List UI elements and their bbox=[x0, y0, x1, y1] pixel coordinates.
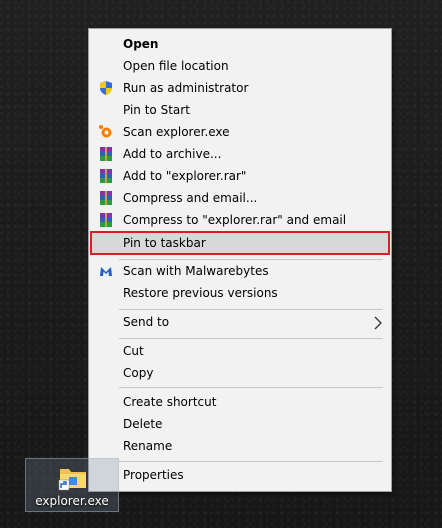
menu-item-pin-to-start[interactable]: Pin to Start bbox=[91, 99, 389, 121]
context-menu: Open Open file location Run as administr… bbox=[88, 28, 392, 492]
menu-item-label: Compress to "explorer.rar" and email bbox=[123, 213, 347, 227]
menu-item-pin-to-taskbar[interactable]: Pin to taskbar bbox=[90, 231, 390, 255]
malwarebytes-icon bbox=[98, 263, 114, 279]
menu-item-properties[interactable]: Properties bbox=[91, 464, 389, 486]
menu-item-label: Delete bbox=[123, 417, 163, 431]
menu-item-compress-to-rar-and-email[interactable]: Compress to "explorer.rar" and email bbox=[91, 209, 389, 231]
menu-item-label: Rename bbox=[123, 439, 173, 453]
menu-item-compress-and-email[interactable]: Compress and email... bbox=[91, 187, 389, 209]
menu-item-label: Add to "explorer.rar" bbox=[123, 169, 247, 183]
menu-item-label: Run as administrator bbox=[123, 81, 249, 95]
menu-item-run-as-administrator[interactable]: Run as administrator bbox=[91, 77, 389, 99]
menu-item-label: Open file location bbox=[123, 59, 229, 73]
menu-item-cut[interactable]: Cut bbox=[91, 340, 389, 362]
menu-separator bbox=[119, 338, 383, 339]
menu-item-label: Copy bbox=[123, 366, 154, 380]
menu-item-scan-avast[interactable]: Scan explorer.exe bbox=[91, 121, 389, 143]
menu-item-label: Open bbox=[123, 37, 159, 51]
menu-item-label: Scan explorer.exe bbox=[123, 125, 230, 139]
uac-shield-icon bbox=[98, 80, 114, 96]
menu-item-label: Pin to Start bbox=[123, 103, 190, 117]
winrar-icon bbox=[98, 212, 114, 228]
menu-item-label: Add to archive... bbox=[123, 147, 222, 161]
menu-item-create-shortcut[interactable]: Create shortcut bbox=[91, 391, 389, 413]
winrar-icon bbox=[98, 190, 114, 206]
menu-item-delete[interactable]: Delete bbox=[91, 413, 389, 435]
menu-item-send-to[interactable]: Send to bbox=[91, 311, 389, 333]
menu-item-restore-previous-versions[interactable]: Restore previous versions bbox=[91, 282, 389, 304]
menu-item-add-to-archive[interactable]: Add to archive... bbox=[91, 143, 389, 165]
winrar-icon bbox=[98, 168, 114, 184]
menu-item-label: Send to bbox=[123, 315, 170, 329]
desktop-shortcut[interactable]: explorer.exe bbox=[25, 458, 119, 512]
menu-item-label: Create shortcut bbox=[123, 395, 217, 409]
desktop-shortcut-label: explorer.exe bbox=[35, 494, 109, 508]
menu-separator bbox=[119, 309, 383, 310]
menu-item-add-to-rar[interactable]: Add to "explorer.rar" bbox=[91, 165, 389, 187]
menu-item-rename[interactable]: Rename bbox=[91, 435, 389, 457]
menu-item-label: Pin to taskbar bbox=[123, 236, 206, 250]
winrar-icon bbox=[98, 146, 114, 162]
menu-item-label: Restore previous versions bbox=[123, 286, 278, 300]
file-explorer-shortcut-icon bbox=[58, 463, 88, 491]
menu-item-copy[interactable]: Copy bbox=[91, 362, 389, 384]
menu-item-open-file-location[interactable]: Open file location bbox=[91, 55, 389, 77]
menu-item-scan-malwarebytes[interactable]: Scan with Malwarebytes bbox=[91, 260, 389, 282]
menu-item-label: Compress and email... bbox=[123, 191, 258, 205]
menu-item-label: Properties bbox=[123, 468, 184, 482]
menu-item-label: Scan with Malwarebytes bbox=[123, 264, 269, 278]
menu-separator bbox=[119, 461, 383, 462]
menu-separator bbox=[119, 387, 383, 388]
menu-item-label: Cut bbox=[123, 344, 144, 358]
menu-item-open[interactable]: Open bbox=[91, 33, 389, 55]
chevron-right-icon bbox=[373, 315, 383, 330]
avast-icon bbox=[98, 124, 114, 140]
